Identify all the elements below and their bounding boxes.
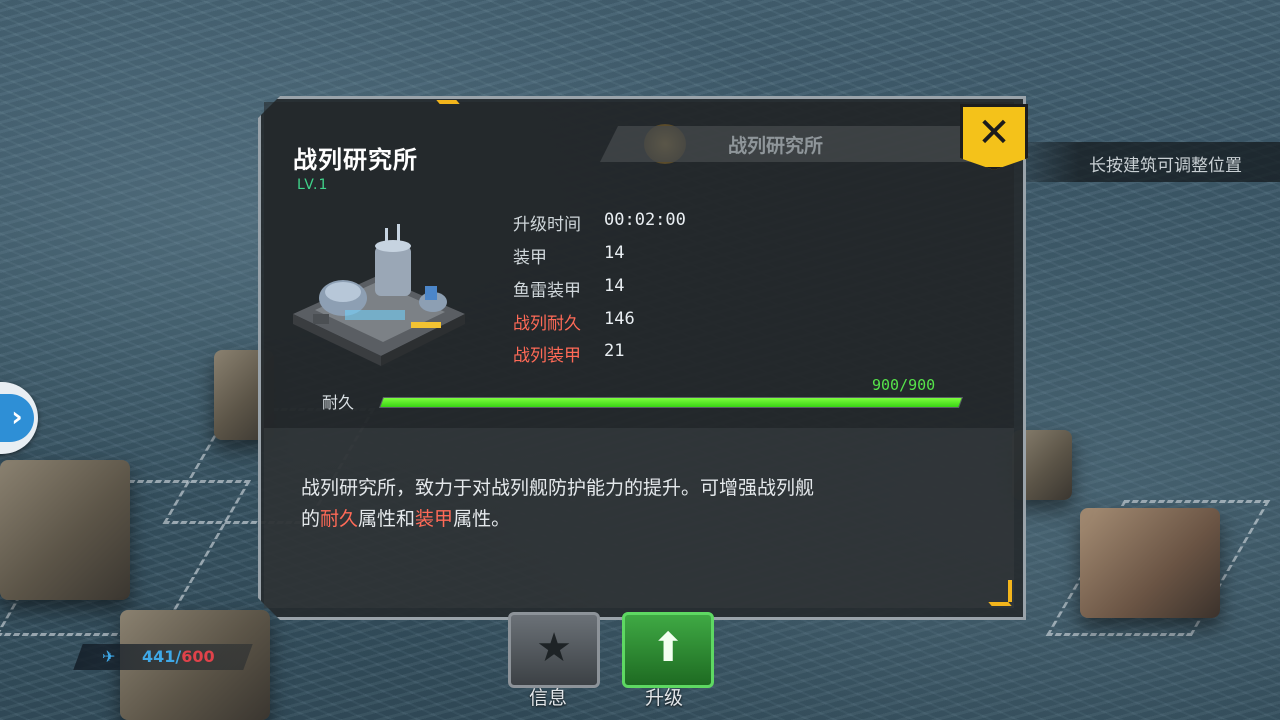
arrow-up-icon: ⬆ — [651, 625, 685, 671]
description-text: 的 — [301, 508, 321, 530]
power-max: 600 — [181, 647, 215, 666]
plane-icon: ✈ — [102, 647, 116, 666]
stat-value-armor: 14 — [604, 243, 625, 263]
building-description: 战列研究所，致力于对战列舰防护能力的提升。可增强战列舰 的耐久属性和装甲属性。 — [301, 473, 961, 535]
close-icon: ✕ — [977, 110, 1011, 156]
upgrade-button-label: 升级 — [645, 687, 684, 709]
stat-value-battleship-armor: 21 — [604, 341, 625, 361]
stat-label-torpedo-armor: 鱼雷装甲 — [513, 281, 581, 301]
description-text: 属性和 — [358, 508, 416, 530]
hint-banner: 长按建筑可调整位置 — [1012, 142, 1280, 182]
panel-title: 战列研究所 — [293, 146, 418, 174]
fleet-power-text: 441/600 — [142, 647, 215, 666]
description-highlight-armor: 装甲 — [415, 508, 454, 530]
stat-value-upgrade-time: 00:02:00 — [604, 210, 686, 230]
corner-accent — [988, 602, 1012, 606]
power-current: 441 — [142, 647, 176, 666]
info-button[interactable]: ★ — [508, 612, 600, 688]
info-button-label: 信息 — [529, 687, 568, 709]
description-highlight-durability: 耐久 — [320, 508, 359, 530]
building-level: LV.1 — [297, 177, 329, 193]
stat-label-upgrade-time: 升级时间 — [513, 215, 581, 235]
stat-label-battleship-armor: 战列装甲 — [513, 346, 581, 366]
stat-value-torpedo-armor: 14 — [604, 276, 625, 296]
building-name-plate-text: 战列研究所 — [728, 135, 824, 157]
corner-accent — [1008, 580, 1012, 602]
close-button[interactable]: ✕ — [960, 104, 1028, 170]
durability-bar-fill — [380, 398, 962, 407]
stat-label-battleship-durability: 战列耐久 — [513, 314, 581, 334]
battleship-lab-building-image — [293, 224, 465, 366]
chevron-right-icon: › — [0, 394, 34, 442]
durability-bar — [378, 397, 964, 408]
building-name-plate: 战列研究所 — [600, 126, 970, 162]
star-info-icon: ★ — [536, 625, 572, 671]
upgrade-button[interactable]: ⬆ — [622, 612, 714, 688]
building-island[interactable] — [1080, 508, 1220, 618]
corner-accent — [436, 100, 460, 104]
stat-label-armor: 装甲 — [513, 248, 547, 268]
description-text: 属性。 — [453, 508, 511, 530]
description-line-1: 战列研究所，致力于对战列舰防护能力的提升。可增强战列舰 — [301, 477, 815, 499]
description-line-2: 的耐久属性和装甲属性。 — [301, 504, 961, 535]
stat-value-battleship-durability: 146 — [604, 309, 635, 329]
hint-text: 长按建筑可调整位置 — [1089, 156, 1242, 176]
building-island[interactable] — [0, 460, 130, 600]
durability-value: 900/900 — [872, 376, 936, 394]
durability-label: 耐久 — [322, 393, 355, 412]
